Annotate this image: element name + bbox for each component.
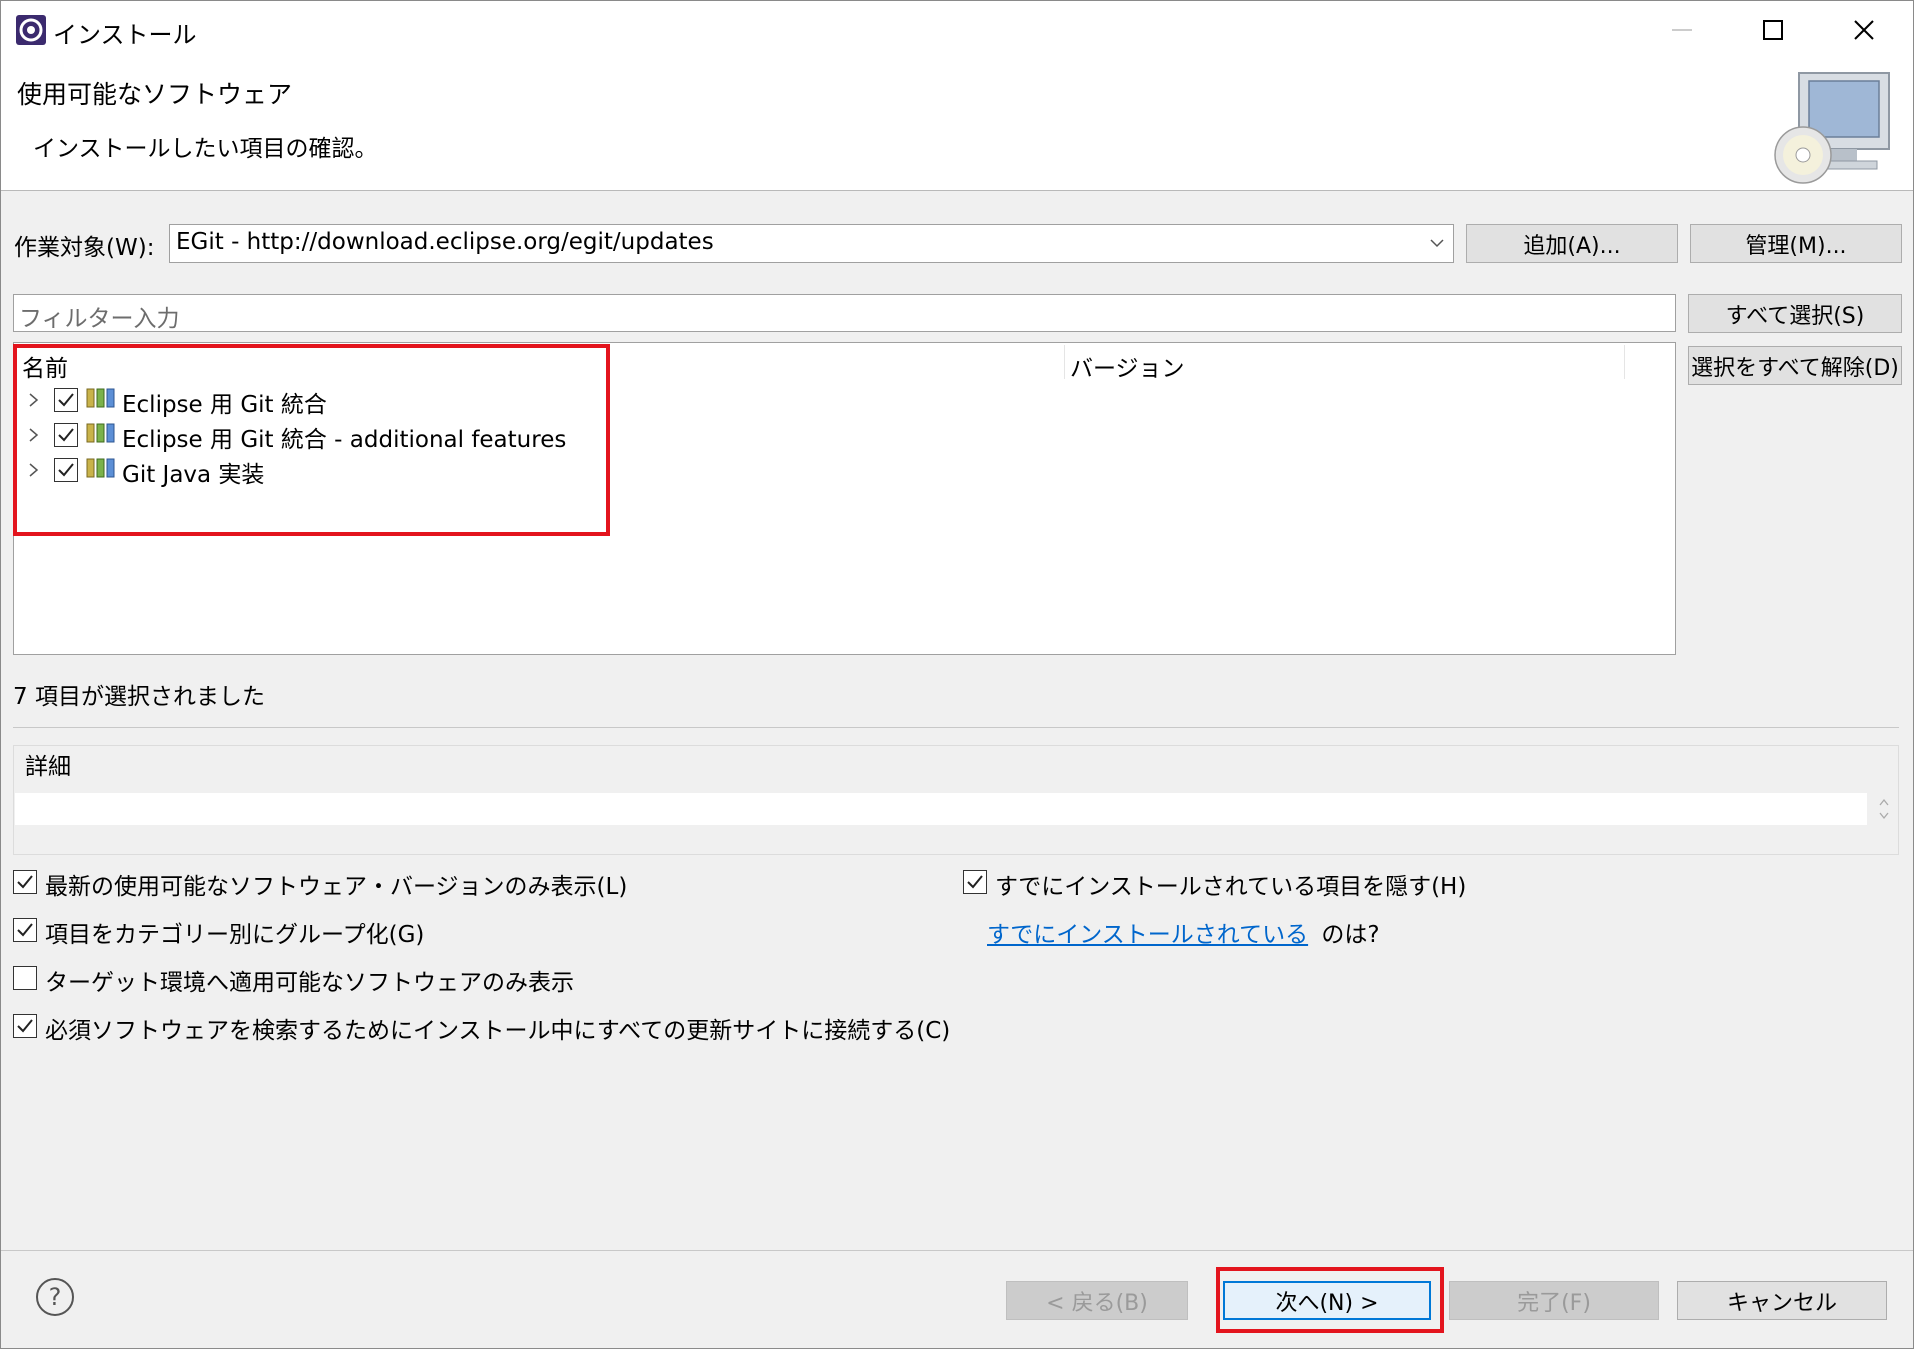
option-label: 必須ソフトウェアを検索するためにインストール中にすべての更新サイトに接続する(C… — [45, 1018, 951, 1044]
filter-input[interactable]: フィルター入力 — [13, 294, 1676, 332]
checkmark-icon — [17, 923, 33, 937]
svg-text:?: ? — [49, 1283, 62, 1311]
checkmark-icon — [967, 875, 983, 889]
installed-info-line: すでにインストールされている のは? — [987, 915, 1380, 948]
checkbox[interactable] — [963, 870, 987, 894]
column-separator[interactable] — [1064, 345, 1065, 379]
eclipse-app-icon — [16, 15, 46, 45]
checkmark-icon — [17, 1019, 33, 1033]
checkbox[interactable] — [13, 918, 37, 942]
selection-status: 7 項目が選択されました — [13, 684, 265, 710]
close-button[interactable] — [1829, 9, 1899, 51]
details-text-area[interactable] — [15, 793, 1867, 825]
footer-separator — [1, 1250, 1913, 1251]
install-dialog: インストール 使用可能なソフトウェア インストールしたい項目の確認。 作業対象(… — [0, 0, 1914, 1349]
option-label: ターゲット環境へ適用可能なソフトウェアのみ表示 — [45, 970, 574, 996]
wizard-banner: 使用可能なソフトウェア インストールしたい項目の確認。 — [1, 59, 1913, 191]
highlight-box-next — [1216, 1267, 1444, 1333]
title-bar: インストール — [1, 1, 1913, 59]
option-label: 最新の使用可能なソフトウェア・バージョンのみ表示(L) — [45, 874, 628, 900]
highlight-box-tree — [13, 344, 610, 536]
checkbox[interactable] — [13, 1014, 37, 1038]
work-with-label: 作業対象(W): — [14, 235, 155, 261]
scroll-arrows-icon[interactable] — [1875, 793, 1893, 825]
separator — [13, 727, 1899, 728]
deselect-all-button[interactable]: 選択をすべて解除(D) — [1688, 346, 1902, 385]
chevron-down-icon — [1430, 239, 1444, 248]
work-with-combo[interactable]: EGit - http://download.eclipse.org/egit/… — [169, 224, 1454, 263]
back-button[interactable]: < 戻る(B) — [1006, 1281, 1188, 1320]
checkbox[interactable] — [13, 870, 37, 894]
page-description: インストールしたい項目の確認。 — [33, 136, 378, 162]
work-with-value: EGit - http://download.eclipse.org/egit/… — [176, 229, 714, 255]
column-separator[interactable] — [1624, 345, 1625, 379]
option-label: すでにインストールされている項目を隠す(H) — [995, 874, 1467, 900]
minimize-button[interactable] — [1647, 9, 1717, 51]
select-all-button[interactable]: すべて選択(S) — [1688, 294, 1902, 333]
install-wizard-icon — [1774, 72, 1890, 184]
close-icon — [1854, 20, 1874, 40]
checkmark-icon — [17, 875, 33, 889]
installed-suffix: のは? — [1321, 922, 1380, 948]
window-title: インストール — [53, 21, 197, 49]
cancel-button[interactable]: キャンセル — [1677, 1281, 1887, 1320]
checkbox[interactable] — [13, 966, 37, 990]
minimize-icon — [1672, 29, 1692, 31]
page-title: 使用可能なソフトウェア — [17, 80, 293, 109]
help-icon[interactable]: ? — [35, 1277, 75, 1317]
filter-placeholder: フィルター入力 — [19, 306, 180, 332]
manage-sites-button[interactable]: 管理(M)... — [1690, 224, 1902, 263]
add-site-button[interactable]: 追加(A)... — [1466, 224, 1678, 263]
details-label: 詳細 — [23, 747, 73, 781]
column-header-version[interactable]: バージョン — [1070, 349, 1185, 383]
finish-button[interactable]: 完了(F) — [1449, 1281, 1659, 1320]
maximize-button[interactable] — [1738, 9, 1808, 51]
already-installed-link[interactable]: すでにインストールされている — [987, 922, 1308, 948]
option-label: 項目をカテゴリー別にグループ化(G) — [45, 922, 425, 948]
maximize-icon — [1763, 20, 1783, 40]
